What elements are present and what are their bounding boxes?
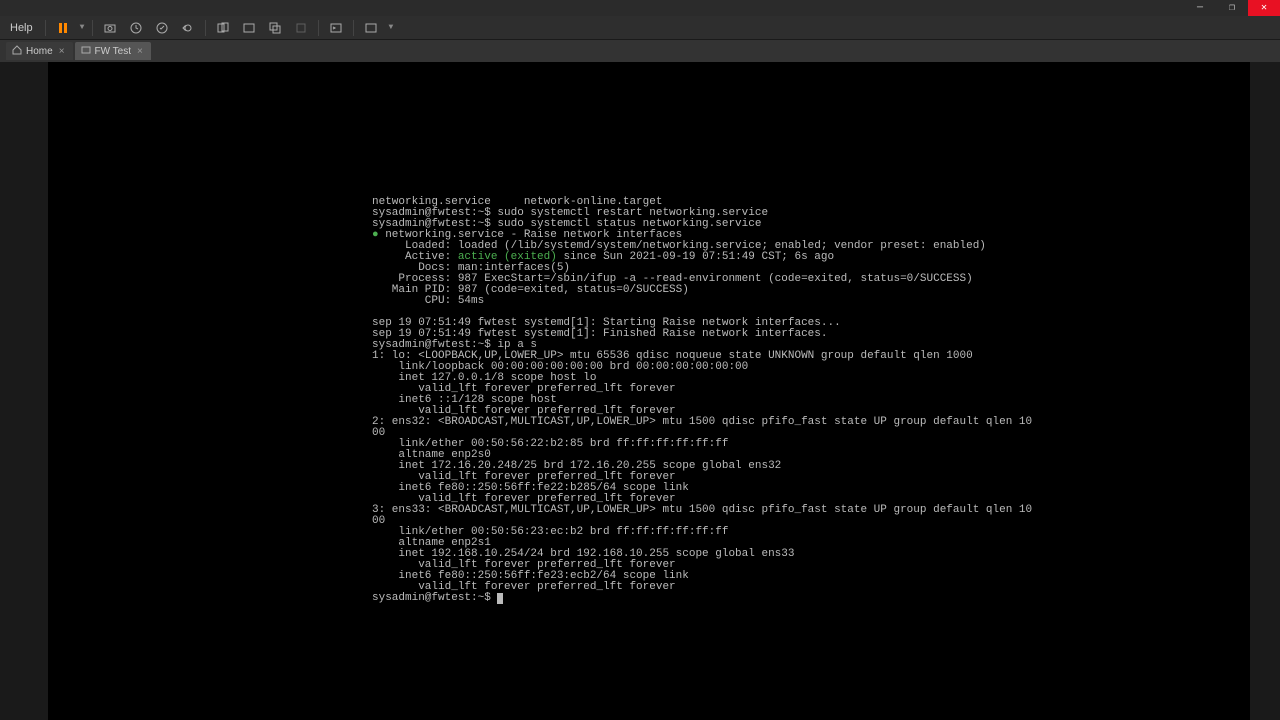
separator (92, 20, 93, 36)
tab-label: FW Test (95, 46, 131, 57)
separator (353, 20, 354, 36)
cycle-icon[interactable] (362, 19, 380, 37)
revert-icon[interactable] (179, 19, 197, 37)
separator (205, 20, 206, 36)
unity-icon[interactable] (266, 19, 284, 37)
dropdown-icon[interactable]: ▼ (80, 23, 85, 32)
separator (45, 20, 46, 36)
close-button[interactable]: ✕ (1248, 0, 1280, 16)
tab-home[interactable]: Home × (6, 42, 73, 60)
tab-close-icon[interactable]: × (57, 46, 67, 57)
snapshot-icon[interactable] (101, 19, 119, 37)
console-area[interactable]: networking.service network-online.target… (48, 62, 1250, 720)
dropdown-icon[interactable]: ▼ (388, 23, 393, 32)
toolbar: Help ▼ ▼ (0, 16, 1280, 40)
minimize-button[interactable]: ─ (1184, 0, 1216, 16)
manage-icon[interactable] (153, 19, 171, 37)
vm-icon (81, 45, 91, 58)
tab-bar: Home × FW Test × (0, 40, 1280, 62)
separator (318, 20, 319, 36)
clock-icon[interactable] (127, 19, 145, 37)
home-icon (12, 45, 22, 58)
tab-fw-test[interactable]: FW Test × (75, 42, 151, 60)
window-titlebar: ─ ❐ ✕ (0, 0, 1280, 16)
tab-label: Home (26, 46, 53, 57)
terminal-output: networking.service network-online.target… (372, 197, 1250, 604)
console-view-icon[interactable] (327, 19, 345, 37)
pause-icon[interactable] (54, 19, 72, 37)
fullscreen-icon[interactable] (240, 19, 258, 37)
cursor (497, 593, 503, 604)
tab-close-icon[interactable]: × (135, 46, 145, 57)
maximize-button[interactable]: ❐ (1216, 0, 1248, 16)
fit-guest-icon[interactable] (214, 19, 232, 37)
stretch-icon[interactable] (292, 19, 310, 37)
help-menu[interactable]: Help (6, 20, 37, 36)
